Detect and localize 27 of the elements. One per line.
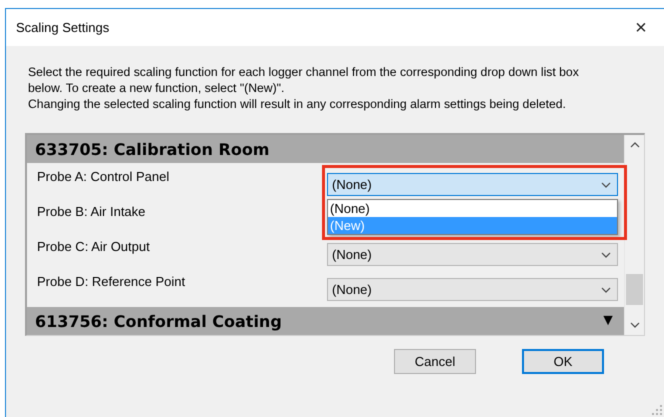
chevron-down-icon	[601, 286, 611, 292]
expand-toggle[interactable]: ▼	[600, 312, 616, 330]
dropdown[interactable]: (None)	[327, 243, 618, 266]
dropdown[interactable]: (None)	[327, 173, 618, 196]
resize-grip-icon[interactable]	[652, 405, 662, 415]
chevron-down-icon	[601, 252, 611, 258]
dialog-button[interactable]: Cancel	[394, 349, 476, 374]
scrollbar[interactable]	[624, 135, 644, 335]
chevron-up-icon	[630, 142, 640, 148]
dropdown[interactable]: (None)	[327, 278, 618, 301]
instruction-text: Changing the selected scaling function will result in any corresponding alarm settings being deleted.	[28, 96, 567, 112]
probe-label: Probe C: Air Output	[36, 238, 150, 255]
window-title: Scaling Settings	[16, 20, 110, 35]
chevron-down-icon	[630, 322, 640, 328]
section-header[interactable]: 613756: Conformal Coating ▼	[27, 307, 624, 335]
scroll-thumb[interactable]	[626, 274, 643, 305]
probe-label: Probe D: Reference Point	[36, 273, 186, 290]
section-header[interactable]: 633705: Calibration Room	[27, 135, 624, 163]
probe-label: Probe B: Air Intake	[36, 203, 146, 220]
dropdown-option[interactable]: (None)	[328, 200, 617, 217]
close-button[interactable]: ×	[618, 12, 664, 42]
instruction-text: Select the required scaling function for each logger channel from the corresponding drop down list box below. To create a new function, select "(New)".	[28, 64, 580, 96]
section-title: 633705: Calibration Room	[35, 140, 270, 158]
chevron-down-icon	[601, 182, 611, 188]
probe-label: Probe A: Control Panel	[36, 168, 170, 185]
dialog-button[interactable]: OK	[522, 349, 604, 374]
section-title: 613756: Conformal Coating	[35, 312, 282, 330]
